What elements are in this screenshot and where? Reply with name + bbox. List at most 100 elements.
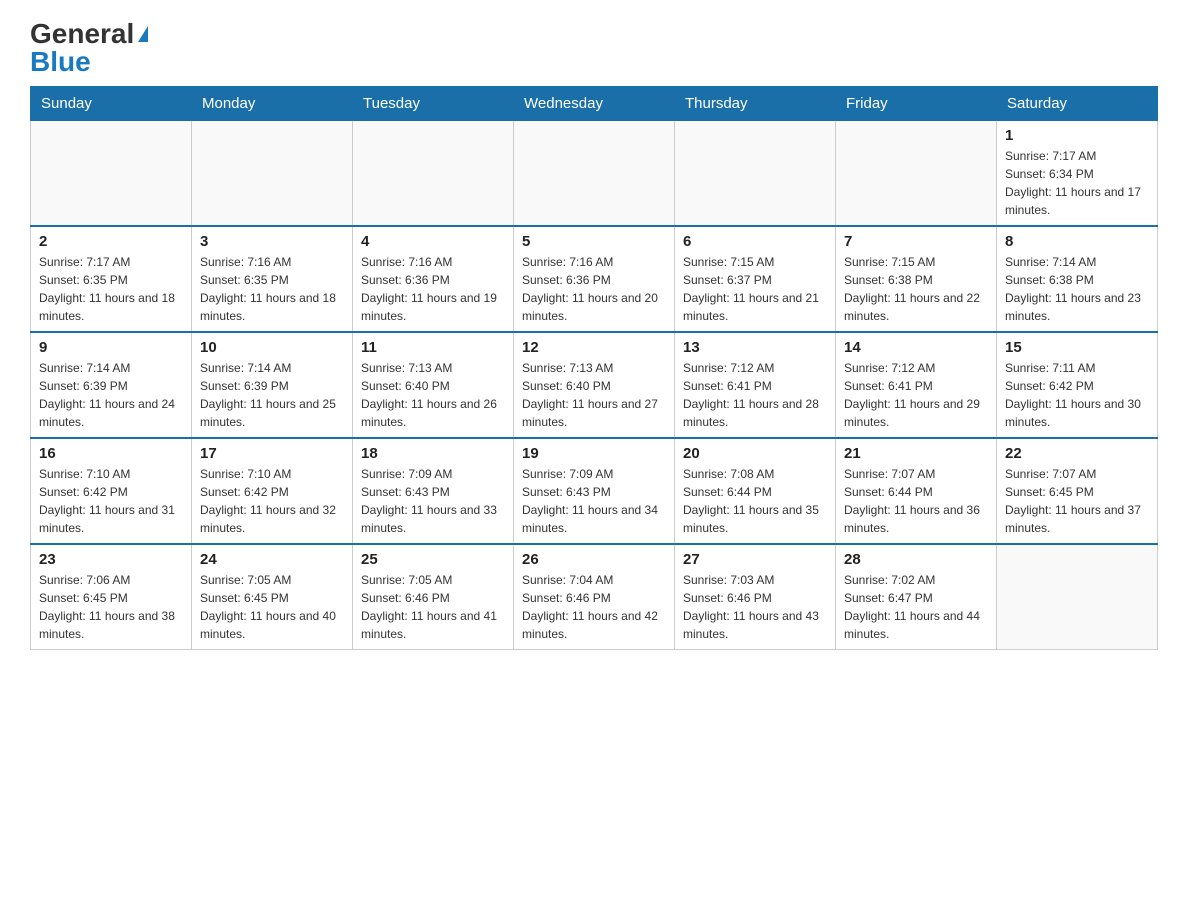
calendar-cell: [836, 121, 997, 227]
day-info: Sunrise: 7:13 AMSunset: 6:40 PMDaylight:…: [361, 359, 505, 431]
week-row-1: 1 Sunrise: 7:17 AMSunset: 6:34 PMDaylight…: [31, 121, 1158, 227]
calendar-cell: 12Sunrise: 7:13 AMSunset: 6:40 PMDayligh…: [514, 332, 675, 438]
day-number: 9: [39, 339, 183, 356]
day-info: Sunrise: 7:04 AMSunset: 6:46 PMDaylight:…: [522, 571, 666, 643]
calendar-cell: 19 Sunrise: 7:09 AMSunset: 6:43 PMDayligh…: [514, 438, 675, 544]
weekday-header-tuesday: Tuesday: [353, 87, 514, 121]
day-number: 18: [361, 445, 505, 462]
day-info: Sunrise: 7:09 AMSunset: 6:43 PMDaylight:…: [522, 465, 666, 537]
calendar-cell: 15 Sunrise: 7:11 AMSunset: 6:42 PMDayligh…: [997, 332, 1158, 438]
calendar-cell: 4 Sunrise: 7:16 AMSunset: 6:36 PMDaylight…: [353, 226, 514, 332]
day-number: 16: [39, 445, 183, 462]
calendar-cell: 16 Sunrise: 7:10 AMSunset: 6:42 PMDayligh…: [31, 438, 192, 544]
calendar-cell: 18 Sunrise: 7:09 AMSunset: 6:43 PMDayligh…: [353, 438, 514, 544]
calendar-cell: 2 Sunrise: 7:17 AMSunset: 6:35 PMDaylight…: [31, 226, 192, 332]
day-number: 2: [39, 233, 183, 250]
calendar-cell: 24 Sunrise: 7:05 AMSunset: 6:45 PMDayligh…: [192, 544, 353, 650]
day-number: 8: [1005, 233, 1149, 250]
day-number: 4: [361, 233, 505, 250]
day-number: 11: [361, 339, 505, 356]
calendar-cell: 28 Sunrise: 7:02 AMSunset: 6:47 PMDayligh…: [836, 544, 997, 650]
weekday-row: SundayMondayTuesdayWednesdayThursdayFrid…: [31, 87, 1158, 121]
calendar-cell: 9 Sunrise: 7:14 AMSunset: 6:39 PMDaylight…: [31, 332, 192, 438]
day-info: Sunrise: 7:16 AMSunset: 6:36 PMDaylight:…: [522, 253, 666, 325]
calendar-cell: 3 Sunrise: 7:16 AMSunset: 6:35 PMDaylight…: [192, 226, 353, 332]
calendar-cell: 11 Sunrise: 7:13 AMSunset: 6:40 PMDayligh…: [353, 332, 514, 438]
day-info: Sunrise: 7:10 AMSunset: 6:42 PMDaylight:…: [200, 465, 344, 537]
day-number: 1: [1005, 127, 1149, 144]
day-info: Sunrise: 7:16 AMSunset: 6:35 PMDaylight:…: [200, 253, 344, 325]
day-info: Sunrise: 7:12 AMSunset: 6:41 PMDaylight:…: [844, 359, 988, 431]
day-info: Sunrise: 7:08 AMSunset: 6:44 PMDaylight:…: [683, 465, 827, 537]
day-info: Sunrise: 7:12 AMSunset: 6:41 PMDaylight:…: [683, 359, 827, 431]
logo-blue-text: Blue: [30, 48, 91, 76]
weekday-header-wednesday: Wednesday: [514, 87, 675, 121]
weekday-header-monday: Monday: [192, 87, 353, 121]
calendar-cell: [353, 121, 514, 227]
weekday-header-sunday: Sunday: [31, 87, 192, 121]
day-number: 27: [683, 551, 827, 568]
calendar-cell: 17 Sunrise: 7:10 AMSunset: 6:42 PMDayligh…: [192, 438, 353, 544]
calendar-cell: 25 Sunrise: 7:05 AMSunset: 6:46 PMDayligh…: [353, 544, 514, 650]
day-number: 26: [522, 551, 666, 568]
calendar-cell: 8 Sunrise: 7:14 AMSunset: 6:38 PMDaylight…: [997, 226, 1158, 332]
week-row-4: 16 Sunrise: 7:10 AMSunset: 6:42 PMDayligh…: [31, 438, 1158, 544]
week-row-5: 23 Sunrise: 7:06 AMSunset: 6:45 PMDayligh…: [31, 544, 1158, 650]
page-header: General Blue: [30, 20, 1158, 76]
day-number: 17: [200, 445, 344, 462]
day-number: 19: [522, 445, 666, 462]
logo-triangle-icon: [138, 26, 148, 42]
calendar-cell: 10 Sunrise: 7:14 AMSunset: 6:39 PMDayligh…: [192, 332, 353, 438]
day-info: Sunrise: 7:14 AMSunset: 6:39 PMDaylight:…: [200, 359, 344, 431]
day-info: Sunrise: 7:10 AMSunset: 6:42 PMDaylight:…: [39, 465, 183, 537]
day-number: 15: [1005, 339, 1149, 356]
calendar-cell: 7 Sunrise: 7:15 AMSunset: 6:38 PMDaylight…: [836, 226, 997, 332]
day-number: 23: [39, 551, 183, 568]
logo-general-text: General: [30, 20, 134, 48]
day-info: Sunrise: 7:17 AMSunset: 6:35 PMDaylight:…: [39, 253, 183, 325]
day-info: Sunrise: 7:06 AMSunset: 6:45 PMDaylight:…: [39, 571, 183, 643]
day-info: Sunrise: 7:02 AMSunset: 6:47 PMDaylight:…: [844, 571, 988, 643]
week-row-2: 2 Sunrise: 7:17 AMSunset: 6:35 PMDaylight…: [31, 226, 1158, 332]
day-info: Sunrise: 7:05 AMSunset: 6:45 PMDaylight:…: [200, 571, 344, 643]
day-info: Sunrise: 7:16 AMSunset: 6:36 PMDaylight:…: [361, 253, 505, 325]
day-number: 3: [200, 233, 344, 250]
calendar-cell: [31, 121, 192, 227]
day-info: Sunrise: 7:14 AMSunset: 6:38 PMDaylight:…: [1005, 253, 1149, 325]
day-number: 20: [683, 445, 827, 462]
calendar-cell: [192, 121, 353, 227]
calendar-cell: [514, 121, 675, 227]
day-info: Sunrise: 7:17 AMSunset: 6:34 PMDaylight:…: [1005, 147, 1149, 219]
calendar-cell: 26 Sunrise: 7:04 AMSunset: 6:46 PMDayligh…: [514, 544, 675, 650]
day-info: Sunrise: 7:07 AMSunset: 6:44 PMDaylight:…: [844, 465, 988, 537]
calendar-cell: 5 Sunrise: 7:16 AMSunset: 6:36 PMDaylight…: [514, 226, 675, 332]
day-number: 5: [522, 233, 666, 250]
day-number: 21: [844, 445, 988, 462]
day-number: 24: [200, 551, 344, 568]
day-number: 14: [844, 339, 988, 356]
week-row-3: 9 Sunrise: 7:14 AMSunset: 6:39 PMDaylight…: [31, 332, 1158, 438]
day-number: 28: [844, 551, 988, 568]
day-number: 10: [200, 339, 344, 356]
weekday-header-friday: Friday: [836, 87, 997, 121]
day-info: Sunrise: 7:15 AMSunset: 6:37 PMDaylight:…: [683, 253, 827, 325]
day-info: Sunrise: 7:15 AMSunset: 6:38 PMDaylight:…: [844, 253, 988, 325]
day-info: Sunrise: 7:05 AMSunset: 6:46 PMDaylight:…: [361, 571, 505, 643]
day-info: Sunrise: 7:03 AMSunset: 6:46 PMDaylight:…: [683, 571, 827, 643]
day-number: 6: [683, 233, 827, 250]
day-info: Sunrise: 7:14 AMSunset: 6:39 PMDaylight:…: [39, 359, 183, 431]
calendar-cell: 21 Sunrise: 7:07 AMSunset: 6:44 PMDayligh…: [836, 438, 997, 544]
calendar-table: SundayMondayTuesdayWednesdayThursdayFrid…: [30, 86, 1158, 650]
logo: General Blue: [30, 20, 148, 76]
day-info: Sunrise: 7:13 AMSunset: 6:40 PMDaylight:…: [522, 359, 666, 431]
day-info: Sunrise: 7:11 AMSunset: 6:42 PMDaylight:…: [1005, 359, 1149, 431]
calendar-cell: [675, 121, 836, 227]
calendar-header: SundayMondayTuesdayWednesdayThursdayFrid…: [31, 87, 1158, 121]
day-info: Sunrise: 7:09 AMSunset: 6:43 PMDaylight:…: [361, 465, 505, 537]
calendar-cell: [997, 544, 1158, 650]
calendar-cell: 14 Sunrise: 7:12 AMSunset: 6:41 PMDayligh…: [836, 332, 997, 438]
calendar-cell: 13Sunrise: 7:12 AMSunset: 6:41 PMDayligh…: [675, 332, 836, 438]
day-number: 7: [844, 233, 988, 250]
calendar-cell: 22Sunrise: 7:07 AMSunset: 6:45 PMDayligh…: [997, 438, 1158, 544]
day-number: 25: [361, 551, 505, 568]
